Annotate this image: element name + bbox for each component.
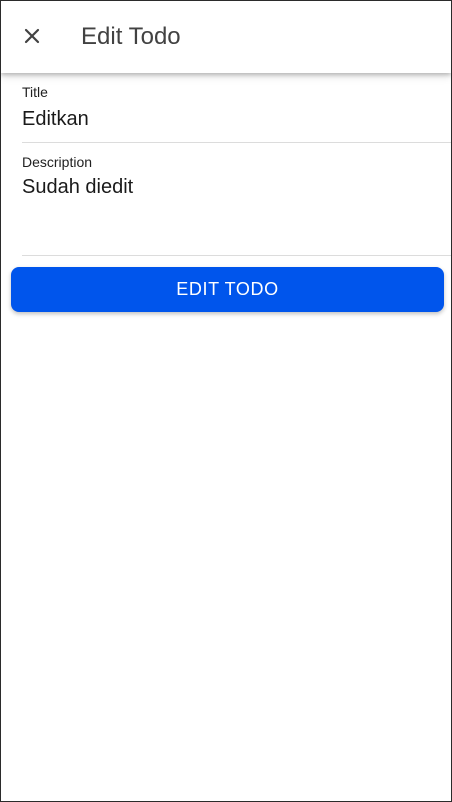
title-input[interactable] xyxy=(22,107,442,131)
description-field[interactable]: Description Sudah diedit xyxy=(22,143,451,256)
description-input[interactable]: Sudah diedit xyxy=(22,175,442,235)
edit-todo-form: Title Description Sudah diedit xyxy=(22,73,451,256)
app-bar: Edit Todo xyxy=(1,1,451,73)
close-icon xyxy=(24,28,40,44)
description-label: Description xyxy=(22,154,93,170)
title-label: Title xyxy=(22,84,48,100)
title-field[interactable]: Title xyxy=(22,73,451,143)
edit-todo-button[interactable]: EDIT TODO xyxy=(11,267,444,312)
page-title: Edit Todo xyxy=(81,23,181,50)
app-window: Edit Todo Title Description Sudah diedit… xyxy=(0,0,452,802)
close-button[interactable] xyxy=(15,19,49,53)
